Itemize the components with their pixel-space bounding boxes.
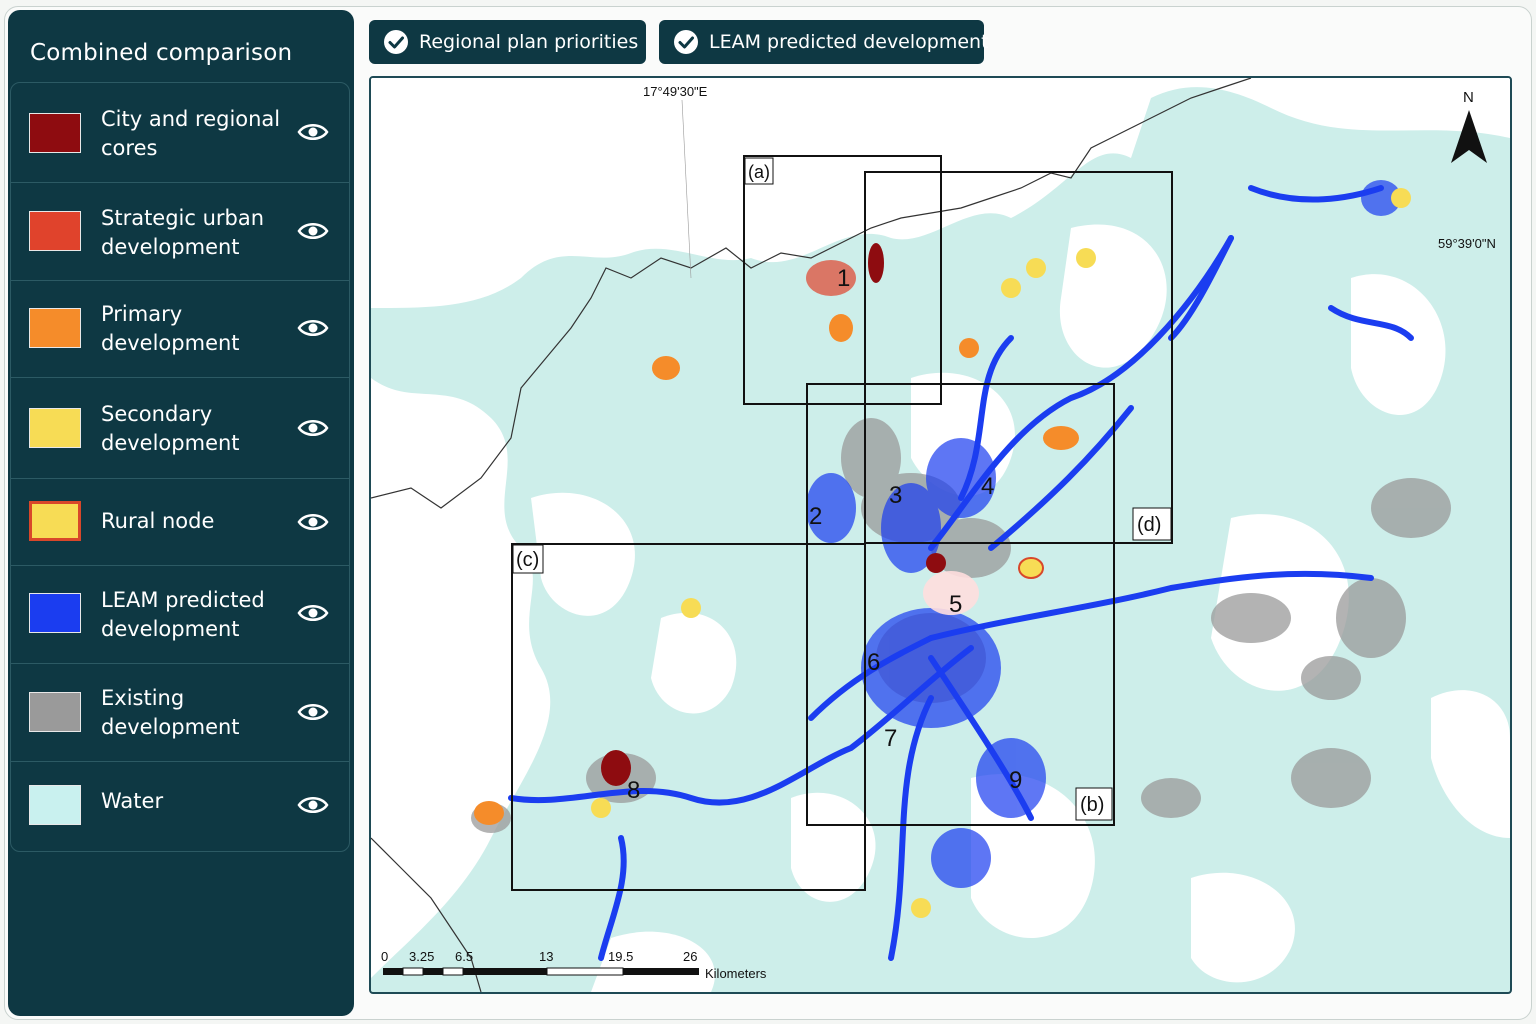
area-number-6: 6 [867,649,880,676]
inset-label-d: (d) [1137,514,1161,536]
longitude-label: 17°49'30"E [643,84,708,99]
water-swatch [29,785,81,825]
area-number-2: 2 [809,503,822,530]
leam-predicted-swatch [29,593,81,633]
rural-node-swatch [29,501,81,541]
toggle-label: LEAM predicted development [709,31,989,53]
legend-label: Strategic urban development [101,206,265,259]
strategic-urban-swatch [29,211,81,251]
check-circle-icon [384,30,408,54]
scale-tick-0: 0 [381,949,388,964]
eye-icon[interactable] [297,121,329,143]
inset-label-a: (a) [748,162,770,182]
map-canvas[interactable]: (a) (b) (c) (d) 1 2 3 4 5 6 7 8 9 17°49'… [371,78,1510,992]
primary-development-swatch [29,308,81,348]
legend-item-leam-predicted[interactable]: LEAM predicted development [11,565,349,664]
legend-item-city-cores[interactable]: City and regional cores [11,83,349,183]
legend-item-rural-node[interactable]: Rural node [11,478,349,566]
latitude-label: 59°39'0"N [1438,236,1496,251]
eye-icon[interactable] [297,417,329,439]
inset-label-c: (c) [516,549,539,571]
inset-label-b: (b) [1080,794,1104,816]
legend-label: City and regional cores [101,107,281,160]
legend-item-primary-development[interactable]: Primary development [11,280,349,378]
check-circle-icon [674,30,698,54]
area-number-3: 3 [889,482,902,509]
scale-unit: Kilometers [705,966,767,981]
leam-predicted-development-toggle[interactable]: LEAM predicted development [659,20,989,64]
eye-icon[interactable] [297,701,329,723]
toggle-label: Regional plan priorities [419,31,639,53]
legend-item-strategic-urban[interactable]: Strategic urban development [11,182,349,281]
legend-label: Primary development [101,302,240,355]
legend-sidebar: Combined comparison City and regional co… [8,10,354,1016]
area-number-7: 7 [884,725,897,752]
existing-development-swatch [29,692,81,732]
eye-icon[interactable] [297,317,329,339]
secondary-development-swatch [29,408,81,448]
legend-item-secondary-development[interactable]: Secondary development [11,377,349,479]
city-cores-swatch [29,113,81,153]
eye-icon[interactable] [297,602,329,624]
scale-tick-19: 19.5 [608,949,633,964]
area-number-8: 8 [627,777,640,804]
legend-panel: City and regional cores Strategic urban … [10,82,350,852]
scale-tick-13: 13 [539,949,553,964]
legend-label: Existing development [101,686,240,739]
legend-item-water[interactable]: Water [11,761,349,849]
scale-tick-6: 6.5 [455,949,473,964]
scale-tick-26: 26 [683,949,697,964]
eye-icon[interactable] [297,220,329,242]
area-number-9: 9 [1009,767,1022,794]
regional-plan-priorities-toggle[interactable]: Regional plan priorities [369,20,646,64]
legend-label: Water [101,789,164,813]
area-number-5: 5 [949,591,962,618]
eye-icon[interactable] [297,794,329,816]
area-number-1: 1 [837,265,850,292]
eye-icon[interactable] [297,511,329,533]
legend-label: LEAM predicted development [101,588,265,641]
legend-label: Secondary development [101,402,240,455]
sidebar-title: Combined comparison [30,40,293,66]
legend-item-existing-development[interactable]: Existing development [11,663,349,762]
legend-label: Rural node [101,509,215,533]
scale-tick-3: 3.25 [409,949,434,964]
map-view[interactable]: (a) (b) (c) (d) 1 2 3 4 5 6 7 8 9 17°49'… [369,76,1512,994]
area-number-4: 4 [981,473,994,500]
svg-text:N: N [1463,89,1474,106]
